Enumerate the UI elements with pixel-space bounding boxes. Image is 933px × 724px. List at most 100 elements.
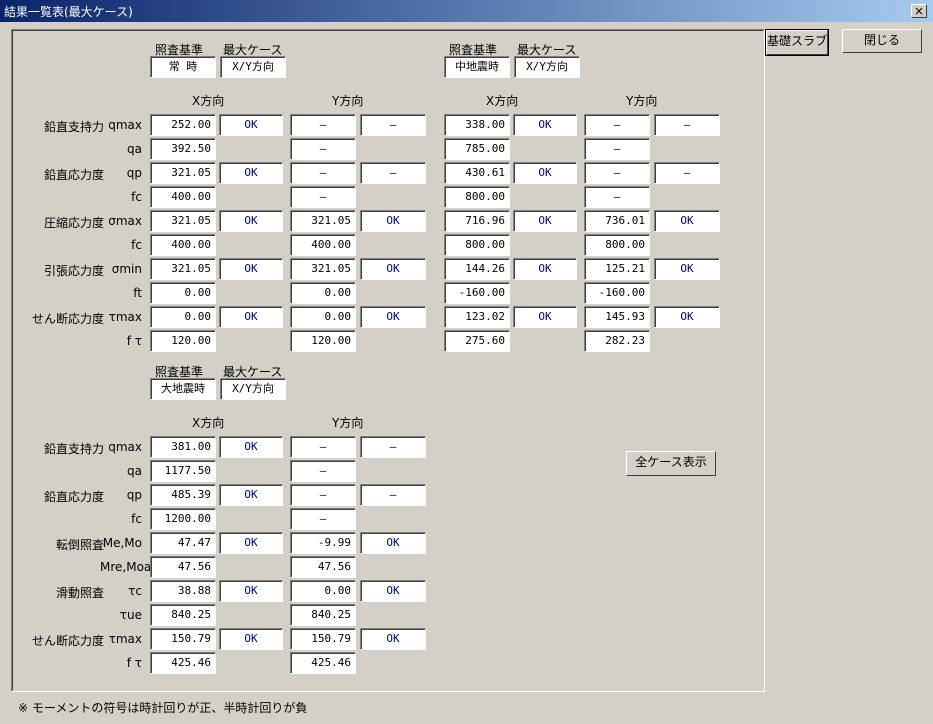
row-symbol: f τ <box>126 656 142 670</box>
y-judgement: — <box>360 436 426 458</box>
row-symbol: Mre,Moa <box>100 560 152 574</box>
x-judgement: OK <box>513 114 577 136</box>
standard-value: 大地震時 <box>150 378 216 400</box>
row-symbol: f τ <box>126 334 142 348</box>
foundation-slab-button[interactable]: 基礎スラブ <box>765 29 829 56</box>
y-value: 800.00 <box>584 234 650 256</box>
row-label: 滑動照査 <box>55 586 104 600</box>
y-value: — <box>584 138 650 160</box>
y-value: 47.56 <box>290 556 356 578</box>
show-all-cases-button[interactable]: 全ケース表示 <box>626 451 716 476</box>
row-symbol: fc <box>131 190 142 204</box>
row-symbol: σmin <box>111 262 142 276</box>
row-label: 鉛直支持力 <box>43 120 104 134</box>
y-value: — <box>290 114 356 136</box>
y-value: — <box>290 460 356 482</box>
row-label: 鉛直応力度 <box>43 168 104 182</box>
x-value: 123.02 <box>444 306 510 328</box>
x-value: 38.88 <box>150 580 216 602</box>
row-symbol: ft <box>133 286 142 300</box>
x-judgement: OK <box>219 532 283 554</box>
x-value: 144.26 <box>444 258 510 280</box>
x-direction-header: X方向 <box>192 416 225 430</box>
row-label: せん断応力度 <box>31 634 104 648</box>
y-value: 425.46 <box>290 652 356 674</box>
y-value: -160.00 <box>584 282 650 304</box>
x-value: 275.60 <box>444 330 510 352</box>
y-value: — <box>290 436 356 458</box>
y-judgement: OK <box>360 210 426 232</box>
y-value: — <box>290 508 356 530</box>
x-value: 716.96 <box>444 210 510 232</box>
x-value: 338.00 <box>444 114 510 136</box>
row-label: 引張応力度 <box>43 264 104 278</box>
y-value: 145.93 <box>584 306 650 328</box>
x-value: 252.00 <box>150 114 216 136</box>
title-bar: 結果一覧表(最大ケース) × <box>0 0 933 22</box>
x-value: 381.00 <box>150 436 216 458</box>
row-symbol: τue <box>119 608 142 622</box>
x-judgement: OK <box>219 484 283 506</box>
row-symbol: Me,Mo <box>102 536 142 550</box>
y-judgement: OK <box>654 210 720 232</box>
y-value: — <box>584 114 650 136</box>
y-direction-header: Y方向 <box>332 416 364 430</box>
y-judgement: OK <box>360 532 426 554</box>
x-value: 840.25 <box>150 604 216 626</box>
row-symbol: qmax <box>108 118 142 132</box>
y-value: 282.23 <box>584 330 650 352</box>
row-symbol: τmax <box>108 310 142 324</box>
y-value: — <box>290 186 356 208</box>
y-value: 150.79 <box>290 628 356 650</box>
x-judgement: OK <box>219 258 283 280</box>
close-button[interactable]: 閉じる <box>842 29 922 53</box>
y-judgement: OK <box>360 258 426 280</box>
y-value: 321.05 <box>290 210 356 232</box>
x-direction-header: X方向 <box>486 94 519 108</box>
y-value: 736.01 <box>584 210 650 232</box>
x-value: 800.00 <box>444 186 510 208</box>
x-value: 120.00 <box>150 330 216 352</box>
row-label: 鉛直応力度 <box>43 490 104 504</box>
y-direction-header: Y方向 <box>626 94 658 108</box>
x-value: 392.50 <box>150 138 216 160</box>
x-value: 485.39 <box>150 484 216 506</box>
y-judgement: — <box>360 114 426 136</box>
x-value: 0.00 <box>150 282 216 304</box>
x-judgement: OK <box>513 210 577 232</box>
max-case-value: X/Y方向 <box>514 56 580 78</box>
y-value: — <box>290 484 356 506</box>
y-judgement: OK <box>654 258 720 280</box>
row-symbol: σmax <box>108 214 142 228</box>
x-value: 425.46 <box>150 652 216 674</box>
y-judgement: — <box>654 162 720 184</box>
x-value: 0.00 <box>150 306 216 328</box>
x-judgement: OK <box>219 306 283 328</box>
x-value: 400.00 <box>150 234 216 256</box>
max-case-value: X/Y方向 <box>220 378 286 400</box>
x-value: 430.61 <box>444 162 510 184</box>
row-symbol: qa <box>127 142 142 156</box>
row-symbol: fc <box>131 238 142 252</box>
x-value: 47.47 <box>150 532 216 554</box>
y-judgement: OK <box>360 306 426 328</box>
y-judgement: OK <box>360 628 426 650</box>
x-judgement: OK <box>219 162 283 184</box>
x-judgement: OK <box>219 628 283 650</box>
y-value: 321.05 <box>290 258 356 280</box>
row-symbol: qmax <box>108 440 142 454</box>
close-window-button[interactable]: × <box>911 4 927 18</box>
x-value: 1177.50 <box>150 460 216 482</box>
x-value: 321.05 <box>150 210 216 232</box>
y-value: — <box>290 162 356 184</box>
standard-value: 中地震時 <box>444 56 510 78</box>
x-judgement: OK <box>219 114 283 136</box>
y-value: 125.21 <box>584 258 650 280</box>
y-value: — <box>290 138 356 160</box>
y-value: 400.00 <box>290 234 356 256</box>
x-value: 150.79 <box>150 628 216 650</box>
row-label: せん断応力度 <box>31 312 104 326</box>
y-value: — <box>584 162 650 184</box>
y-judgement: — <box>360 484 426 506</box>
x-value: 800.00 <box>444 234 510 256</box>
